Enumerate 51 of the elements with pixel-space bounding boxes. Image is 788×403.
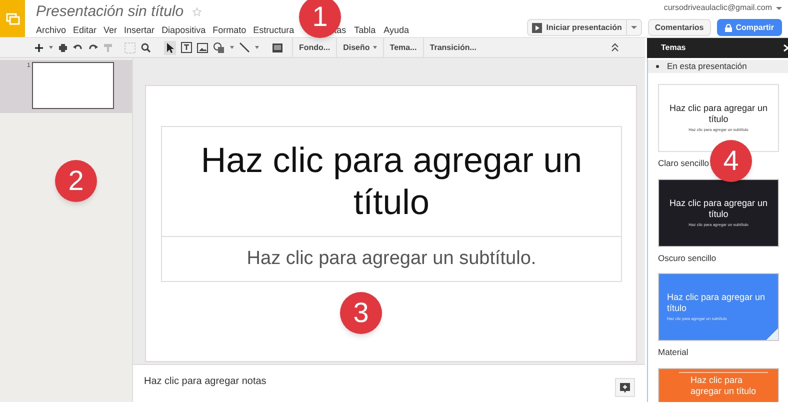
menu-item[interactable]: Formato (212, 24, 246, 38)
theme-title-text: Haz clic para agregar un título (690, 375, 758, 397)
menu-item[interactable]: Tabla (354, 24, 376, 38)
menu-item[interactable]: Insertar (124, 24, 155, 38)
document-title[interactable]: Presentación sin título (36, 3, 184, 21)
line-icon[interactable] (239, 42, 250, 53)
title-placeholder[interactable]: Haz clic para agregar un título (161, 126, 622, 237)
image-icon[interactable] (197, 42, 208, 52)
caret-icon[interactable] (776, 6, 782, 10)
add-slide-icon[interactable] (34, 42, 44, 52)
theme-title-text: Haz clic para agregar un título (668, 102, 769, 125)
play-icon (532, 22, 542, 32)
menu-item[interactable]: Ayuda (384, 24, 410, 38)
comment-icon[interactable] (272, 42, 283, 52)
theme-title-text: Haz clic para agregar un título (667, 292, 766, 314)
account-email[interactable]: cursodriveaulaclic@gmail.com (664, 2, 772, 14)
text-box-icon[interactable] (181, 42, 192, 53)
star-icon[interactable] (192, 7, 202, 17)
caret-icon[interactable] (49, 46, 53, 49)
subtitle-placeholder[interactable]: Haz clic para agregar un subtítulo. (161, 237, 622, 282)
panel-title: Temas (661, 42, 686, 54)
theme-name: Material (658, 346, 688, 359)
close-icon[interactable] (783, 44, 788, 52)
add-comment-button[interactable] (615, 378, 635, 397)
caret-icon[interactable] (255, 46, 259, 49)
menu-item[interactable]: Editar (73, 24, 97, 38)
collapse-icon[interactable] (611, 43, 619, 52)
slide-thumbnail[interactable] (32, 62, 114, 109)
comments-button[interactable]: Comentarios (648, 19, 711, 36)
lock-icon (724, 24, 732, 32)
share-button[interactable]: Compartir (716, 19, 782, 36)
toolbar-menu-button[interactable]: Transición... (422, 38, 482, 57)
toolbar-menu-button[interactable]: Tema... (382, 38, 423, 57)
caret-icon[interactable] (230, 46, 234, 49)
theme-title-text: Haz clic para agregar un título (668, 198, 769, 220)
section-label: En esta presentación (667, 60, 747, 73)
bullet-icon (656, 64, 659, 68)
caret-icon (630, 26, 637, 29)
menu-item[interactable]: Diapositiva (162, 24, 206, 38)
speaker-notes-placeholder[interactable]: Haz clic para agregar notas (144, 376, 266, 387)
zoom-icon[interactable] (141, 42, 151, 52)
theme-name: Oscuro sencillo (658, 252, 716, 264)
menu-item[interactable]: Archivo (36, 24, 66, 38)
shapes-icon[interactable] (213, 42, 225, 54)
add-comment-icon (620, 382, 630, 392)
theme-name: Claro sencillo (658, 156, 710, 170)
menu-item[interactable]: Estructura (253, 24, 294, 38)
pointer-icon[interactable] (164, 40, 176, 54)
section-header[interactable]: En esta presentación (648, 60, 788, 73)
toolbar-menu-button[interactable]: Diseño (336, 38, 383, 57)
menu-item[interactable]: Ver (104, 24, 118, 38)
